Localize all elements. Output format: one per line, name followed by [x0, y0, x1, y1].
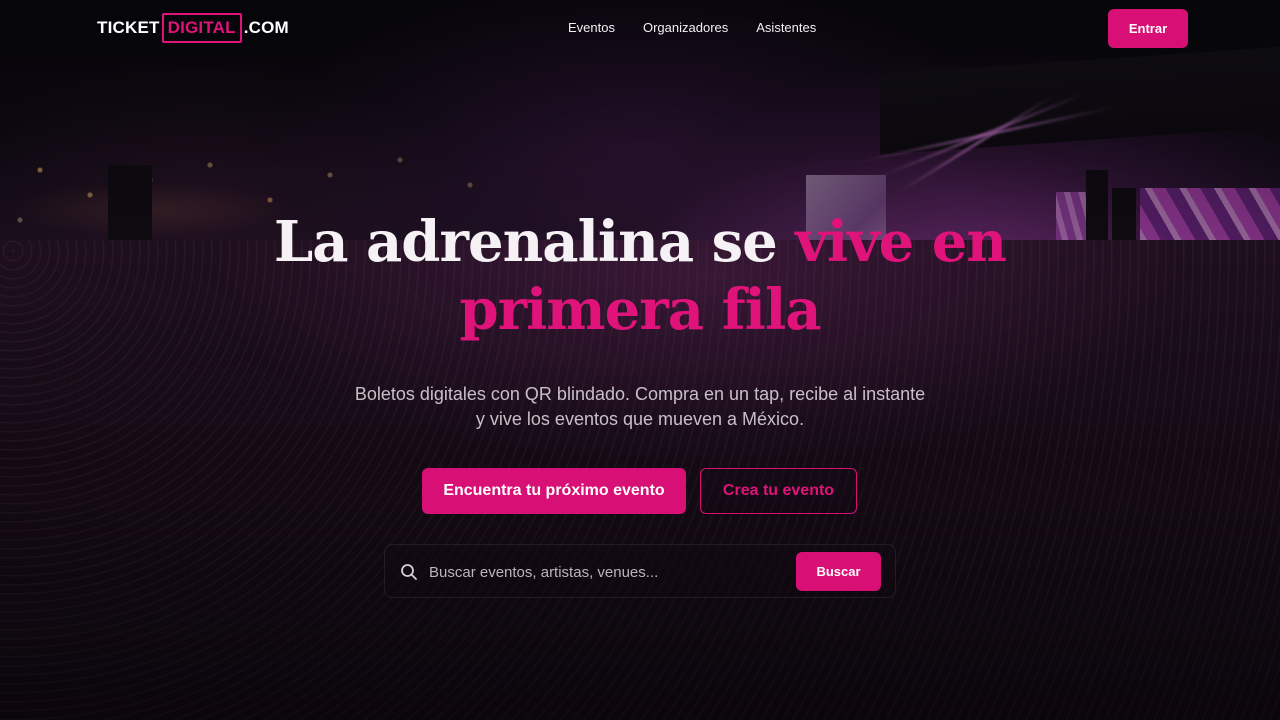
- hero-subtitle-line1: Boletos digitales con QR blindado. Compr…: [354, 384, 926, 404]
- search-input[interactable]: [427, 555, 791, 589]
- find-event-button[interactable]: Encuentra tu próximo evento: [422, 468, 686, 514]
- logo-text-prefix: TICKET: [97, 18, 160, 37]
- hero-cta-group: Encuentra tu próximo evento Crea tu even…: [422, 468, 857, 514]
- logo-text-suffix: .COM: [243, 18, 289, 37]
- hero-subtitle-line2: y vive los eventos que mueven a México.: [475, 409, 805, 429]
- nav-link-eventos[interactable]: Eventos: [568, 20, 615, 35]
- hero-background-image: [0, 0, 1280, 720]
- nav-link-organizadores[interactable]: Organizadores: [643, 20, 728, 35]
- hero-subtitle: Boletos digitales con QR blindado. Compr…: [0, 382, 1280, 432]
- hero-title-pink-line2: primera fila: [459, 277, 821, 343]
- main-nav: Eventos Organizadores Asistentes: [568, 20, 816, 35]
- dark-overlay: [0, 0, 1280, 720]
- create-event-button[interactable]: Crea tu evento: [700, 468, 857, 514]
- search-icon: [400, 563, 418, 581]
- search-button[interactable]: Buscar: [796, 552, 881, 591]
- hero-title: La adrenalina se vive en primera fila: [0, 208, 1280, 344]
- search-bar: Buscar: [384, 544, 896, 598]
- logo-text-boxed: DIGITAL: [161, 13, 242, 43]
- hero-title-pink-line1: vive en: [795, 209, 1007, 275]
- top-navbar: TICKET DIGITAL .COM Eventos Organizadore…: [0, 0, 1280, 56]
- login-button[interactable]: Entrar: [1108, 9, 1188, 48]
- site-logo[interactable]: TICKET DIGITAL .COM: [97, 13, 289, 43]
- nav-link-asistentes[interactable]: Asistentes: [756, 20, 816, 35]
- hero-title-white: La adrenalina se: [273, 209, 796, 275]
